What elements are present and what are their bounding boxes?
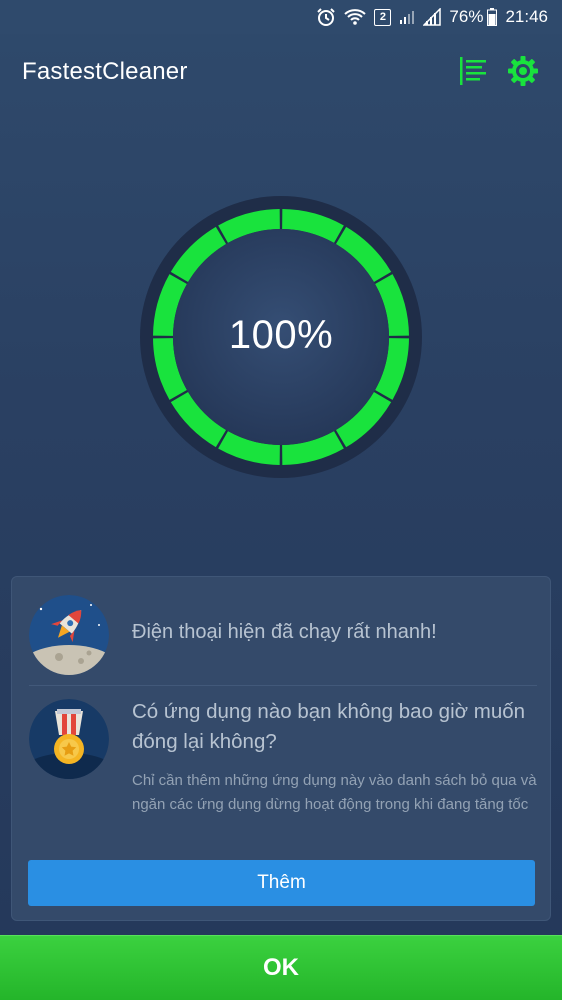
- medal-icon: [29, 699, 109, 779]
- status-message-row: Điện thoại hiện đã chạy rất nhanh!: [12, 577, 550, 684]
- settings-gear-icon[interactable]: [506, 54, 540, 88]
- app-title: FastestCleaner: [22, 58, 188, 85]
- whitelist-question: Có ứng dụng nào bạn không bao giờ muốn đ…: [132, 700, 526, 753]
- rocket-moon-icon: [29, 595, 109, 675]
- divider: [29, 685, 537, 686]
- alarm-icon: [316, 7, 336, 27]
- app-bar: FastestCleaner: [0, 34, 562, 110]
- battery-percent: 76%: [449, 7, 484, 26]
- list-menu-icon[interactable]: [457, 54, 491, 88]
- gauge-percent-label: 100%: [228, 313, 334, 357]
- add-button[interactable]: Thêm: [28, 860, 535, 906]
- clock: 21:46: [505, 7, 548, 26]
- status-bar: 2 76% 21:46: [0, 0, 562, 34]
- ok-button[interactable]: OK: [0, 935, 562, 1000]
- battery-icon: [487, 8, 498, 26]
- whitelist-prompt-row: Có ứng dụng nào bạn không bao giờ muốn đ…: [12, 687, 550, 857]
- whitelist-description: Chỉ cần thêm những ứng dụng này vào danh…: [132, 772, 537, 813]
- signal-icon: [399, 9, 415, 25]
- signal-icon: [423, 8, 442, 26]
- notification-badge: 2: [374, 8, 392, 26]
- progress-gauge: 100%: [139, 195, 423, 479]
- info-card: Điện thoại hiện đã chạy rất nhanh! Có ứn…: [11, 576, 551, 921]
- wifi-icon: [344, 8, 367, 26]
- speed-status-text: Điện thoại hiện đã chạy rất nhanh!: [132, 621, 437, 643]
